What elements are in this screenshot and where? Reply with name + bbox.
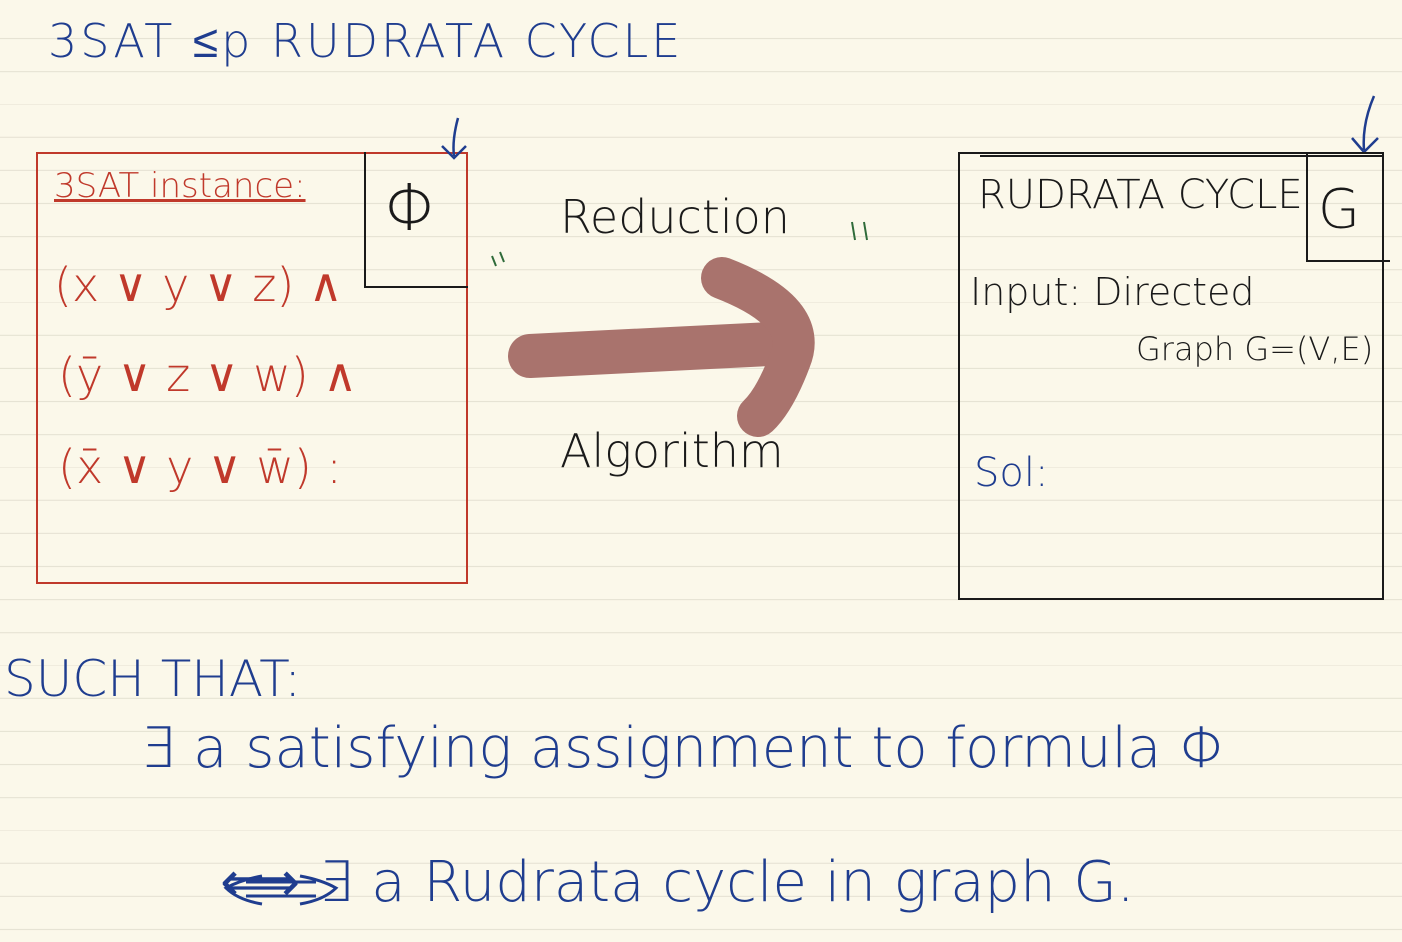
g-symbol: G [1318,178,1360,241]
input-label: Input: Directed [970,270,1255,314]
such-that-heading: SUCH THAT: [4,650,302,708]
condition-line-1: ∃ a satisfying assignment to formula Φ [140,716,1228,781]
rudrata-heading: RUDRATA CYCLE [978,172,1303,218]
pointer-arrow-icon [441,95,1379,160]
green-quote-marks [491,221,868,267]
sol-label: Sol: [974,450,1049,496]
input-value: Graph G=(V,E) [1136,330,1374,368]
condition-line-2: ⟺ ∃ a Rudrata cycle in graph G. [220,850,1135,915]
reduction-arrow [508,257,815,437]
